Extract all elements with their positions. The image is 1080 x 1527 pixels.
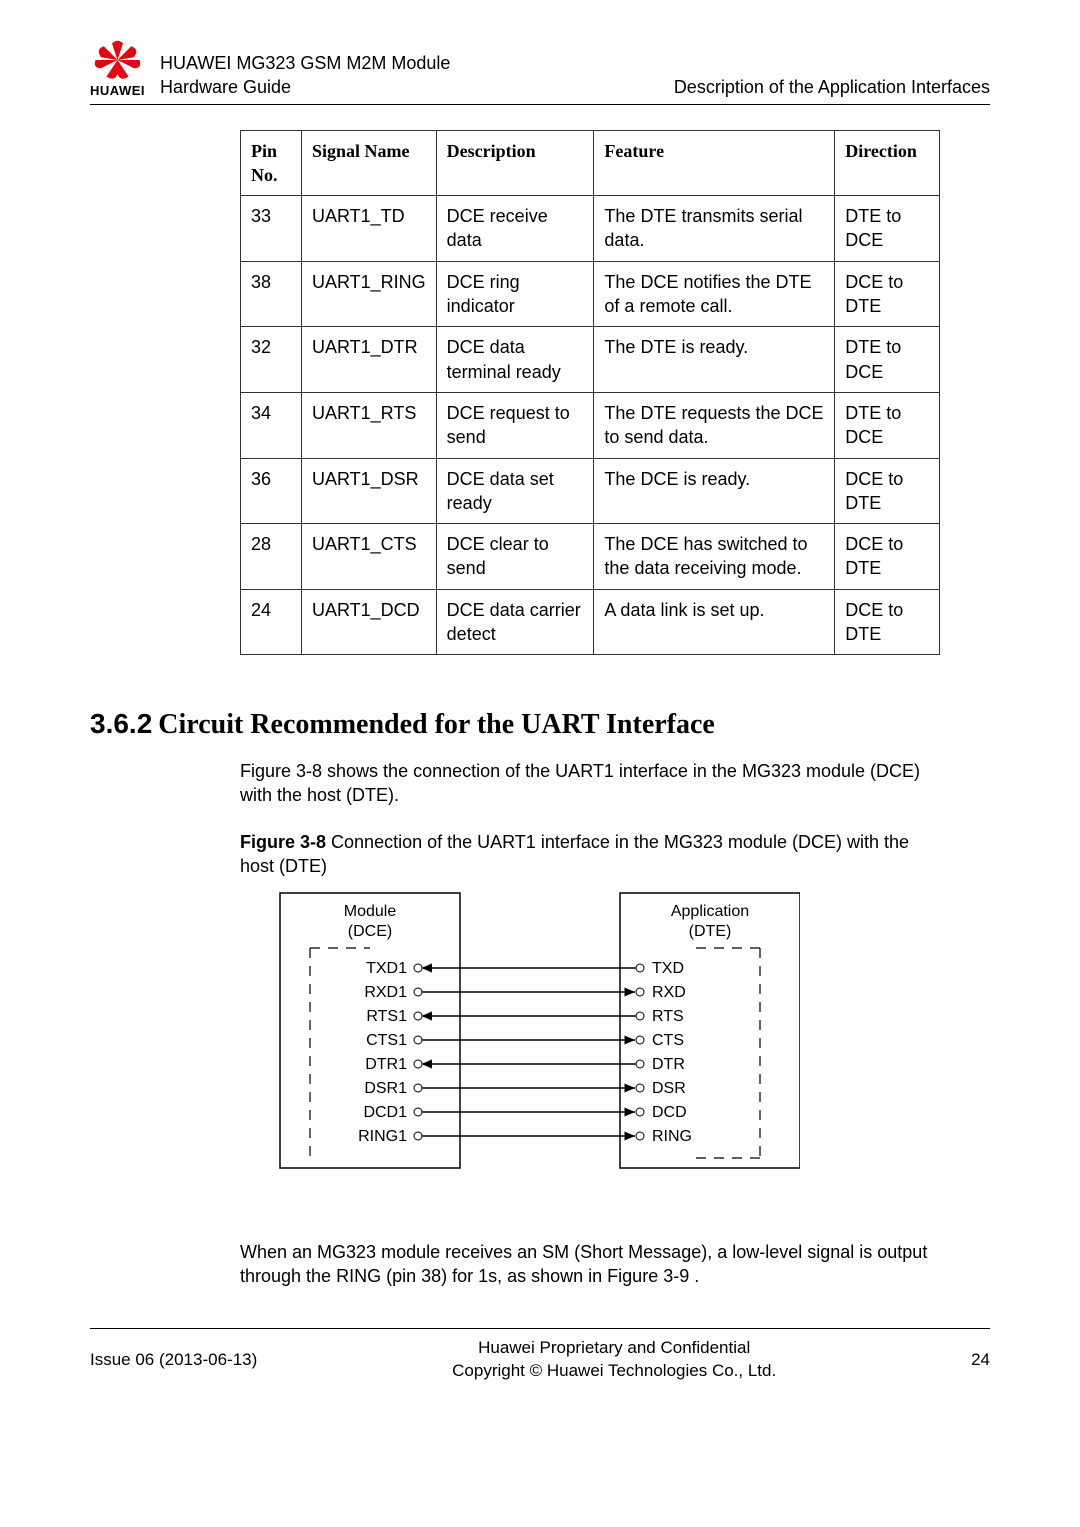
footer-line2: Copyright © Huawei Technologies Co., Ltd… <box>257 1360 971 1383</box>
cell-pin: 38 <box>241 261 302 327</box>
cell-dir: DTE to DCE <box>835 392 940 458</box>
cell-feature: A data link is set up. <box>594 589 835 655</box>
brand-text: HUAWEI <box>90 82 145 100</box>
page-header: HUAWEI HUAWEI MG323 GSM M2M Module Hardw… <box>90 40 990 105</box>
uart-pin-table: Pin No. Signal Name Description Feature … <box>240 130 940 656</box>
cell-pin: 34 <box>241 392 302 458</box>
cell-feature: The DCE notifies the DTE of a remote cal… <box>594 261 835 327</box>
svg-text:CTS1: CTS1 <box>366 1032 407 1049</box>
footer-line1: Huawei Proprietary and Confidential <box>257 1337 971 1360</box>
page-footer: Issue 06 (2013-06-13) Huawei Proprietary… <box>90 1328 990 1383</box>
doc-subtitle: Hardware Guide <box>160 75 659 99</box>
header-titles: HUAWEI MG323 GSM M2M Module Hardware Gui… <box>160 51 659 100</box>
cell-pin: 36 <box>241 458 302 524</box>
svg-text:RING: RING <box>652 1128 692 1145</box>
col-feat: Feature <box>594 130 835 196</box>
cell-signal: UART1_DSR <box>301 458 436 524</box>
svg-text:DTR1: DTR1 <box>365 1056 407 1073</box>
svg-text:DSR1: DSR1 <box>364 1080 407 1097</box>
cell-dir: DCE to DTE <box>835 524 940 590</box>
cell-dir: DCE to DTE <box>835 261 940 327</box>
cell-desc: DCE request to send <box>436 392 594 458</box>
cell-dir: DTE to DCE <box>835 327 940 393</box>
table-row: 24UART1_DCDDCE data carrier detectA data… <box>241 589 940 655</box>
cell-pin: 33 <box>241 196 302 262</box>
section-number: 3.6.2 <box>90 708 152 739</box>
cell-pin: 28 <box>241 524 302 590</box>
section-name: Description of the Application Interface… <box>674 75 990 99</box>
svg-text:RTS1: RTS1 <box>366 1008 407 1025</box>
cell-feature: The DTE transmits serial data. <box>594 196 835 262</box>
svg-text:DCD: DCD <box>652 1104 687 1121</box>
cell-pin: 32 <box>241 327 302 393</box>
cell-signal: UART1_CTS <box>301 524 436 590</box>
col-signal: Signal Name <box>301 130 436 196</box>
section-title: Circuit Recommended for the UART Interfa… <box>158 709 715 740</box>
svg-text:RXD: RXD <box>652 984 686 1001</box>
col-pin: Pin No. <box>241 130 302 196</box>
cell-signal: UART1_RTS <box>301 392 436 458</box>
svg-text:DCD1: DCD1 <box>363 1104 407 1121</box>
huawei-flower-icon <box>90 40 145 80</box>
table-row: 36UART1_DSRDCE data set readyThe DCE is … <box>241 458 940 524</box>
para-1: Figure 3-8 shows the connection of the U… <box>240 759 940 808</box>
svg-text:RTS: RTS <box>652 1008 684 1025</box>
table-row: 32UART1_DTRDCE data terminal readyThe DT… <box>241 327 940 393</box>
svg-text:DSR: DSR <box>652 1080 686 1097</box>
cell-feature: The DTE is ready. <box>594 327 835 393</box>
figure-text: Connection of the UART1 interface in the… <box>240 832 909 876</box>
cell-feature: The DCE is ready. <box>594 458 835 524</box>
footer-center: Huawei Proprietary and Confidential Copy… <box>257 1337 971 1383</box>
svg-text:TXD: TXD <box>652 960 684 977</box>
huawei-logo: HUAWEI <box>90 40 145 100</box>
svg-text:RING1: RING1 <box>358 1128 407 1145</box>
doc-title: HUAWEI MG323 GSM M2M Module <box>160 51 659 75</box>
figure-label: Figure 3-8 <box>240 832 326 852</box>
module-label-1: Module <box>344 903 397 920</box>
col-dir: Direction <box>835 130 940 196</box>
cell-desc: DCE data set ready <box>436 458 594 524</box>
table-row: 28UART1_CTSDCE clear to sendThe DCE has … <box>241 524 940 590</box>
app-label-2: (DTE) <box>689 923 732 940</box>
svg-text:CTS: CTS <box>652 1032 684 1049</box>
footer-page: 24 <box>971 1349 990 1372</box>
section-heading: 3.6.2Circuit Recommended for the UART In… <box>90 705 990 744</box>
cell-desc: DCE ring indicator <box>436 261 594 327</box>
cell-desc: DCE clear to send <box>436 524 594 590</box>
cell-desc: DCE data terminal ready <box>436 327 594 393</box>
uart-connection-diagram: Module (DCE) Application (DTE) TXD1 TXD RX… <box>240 888 990 1194</box>
svg-text:RXD1: RXD1 <box>364 984 407 1001</box>
svg-text:TXD1: TXD1 <box>366 960 407 977</box>
table-row: 33UART1_TDDCE receive dataThe DTE transm… <box>241 196 940 262</box>
cell-signal: UART1_TD <box>301 196 436 262</box>
svg-text:DTR: DTR <box>652 1056 685 1073</box>
cell-pin: 24 <box>241 589 302 655</box>
table-row: 34UART1_RTSDCE request to sendThe DTE re… <box>241 392 940 458</box>
cell-signal: UART1_RING <box>301 261 436 327</box>
para-2: When an MG323 module receives an SM (Sho… <box>240 1240 940 1289</box>
table-header-row: Pin No. Signal Name Description Feature … <box>241 130 940 196</box>
cell-dir: DTE to DCE <box>835 196 940 262</box>
cell-feature: The DCE has switched to the data receivi… <box>594 524 835 590</box>
col-desc: Description <box>436 130 594 196</box>
cell-dir: DCE to DTE <box>835 458 940 524</box>
cell-feature: The DTE requests the DCE to send data. <box>594 392 835 458</box>
figure-caption: Figure 3-8 Connection of the UART1 inter… <box>240 830 940 879</box>
app-label-1: Application <box>671 903 749 920</box>
cell-desc: DCE data carrier detect <box>436 589 594 655</box>
table-row: 38UART1_RINGDCE ring indicatorThe DCE no… <box>241 261 940 327</box>
footer-issue: Issue 06 (2013-06-13) <box>90 1349 257 1372</box>
cell-signal: UART1_DCD <box>301 589 436 655</box>
cell-dir: DCE to DTE <box>835 589 940 655</box>
module-label-2: (DCE) <box>348 923 392 940</box>
cell-signal: UART1_DTR <box>301 327 436 393</box>
cell-desc: DCE receive data <box>436 196 594 262</box>
